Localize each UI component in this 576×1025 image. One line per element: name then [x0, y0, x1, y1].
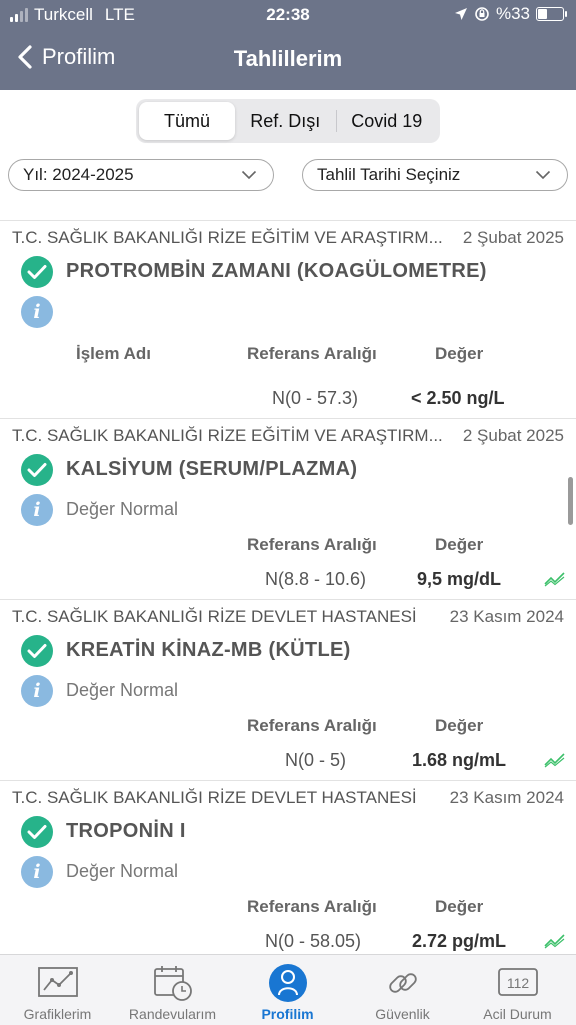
- test-result-card[interactable]: T.C. SAĞLIK BAKANLIĞI RİZE EĞİTİM VE ARA…: [0, 220, 576, 419]
- check-icon: [21, 816, 53, 848]
- emergency-112-icon: 112: [498, 968, 538, 996]
- tab-label: Güvenlik: [375, 1006, 430, 1022]
- page-title: Tahlillerim: [233, 46, 343, 71]
- scroll-indicator[interactable]: [568, 477, 573, 525]
- info-icon[interactable]: i: [21, 675, 53, 707]
- hospital-name: T.C. SAĞLIK BAKANLIĞI RİZE DEVLET HASTAN…: [12, 607, 417, 626]
- test-date-dropdown[interactable]: Tahlil Tarihi Seçiniz: [302, 159, 568, 191]
- column-header-range: Referans Aralığı: [247, 535, 377, 554]
- reference-range: N(8.8 - 10.6): [265, 569, 367, 589]
- reference-range: N(0 - 5): [285, 750, 347, 770]
- tab-emergency[interactable]: 112 Acil Durum: [460, 955, 575, 1025]
- trend-chart-icon[interactable]: [544, 752, 566, 768]
- result-status: Değer Normal: [66, 861, 179, 881]
- tab-profile[interactable]: Profilim: [230, 955, 345, 1025]
- info-icon[interactable]: i: [21, 856, 53, 888]
- test-name: KREATİN KİNAZ-MB (KÜTLE): [66, 639, 351, 661]
- test-name: TROPONİN I: [66, 820, 186, 842]
- trend-chart-icon[interactable]: [544, 933, 566, 949]
- info-icon[interactable]: i: [21, 494, 53, 526]
- check-icon: [21, 454, 53, 486]
- column-header-range: Referans Aralığı: [247, 897, 377, 916]
- emergency-badge-text: 112: [507, 975, 530, 991]
- tab-appointments[interactable]: Randevularım: [115, 955, 230, 1025]
- battery-percent: %33: [495, 4, 530, 23]
- result-status: Değer Normal: [66, 499, 179, 519]
- segment-out-of-range[interactable]: Ref. Dışı: [235, 102, 336, 140]
- column-header-range: Referans Aralığı: [247, 344, 377, 363]
- chevron-down-icon: [241, 170, 257, 180]
- test-date-dropdown-value: Tahlil Tarihi Seçiniz: [317, 165, 461, 184]
- tab-security[interactable]: Güvenlik: [345, 955, 460, 1025]
- chart-icon: [38, 967, 78, 997]
- column-header-value: Değer: [435, 535, 484, 554]
- filter-segmented-control: Tümü Ref. Dışı Covid 19: [136, 99, 440, 143]
- test-name: KALSİYUM (SERUM/PLAZMA): [66, 458, 358, 480]
- reference-range: N(0 - 57.3): [272, 388, 359, 408]
- tab-bar: Grafiklerim Randevularım Profilim Güvenl…: [0, 954, 576, 1025]
- tab-label: Acil Durum: [483, 1006, 552, 1022]
- info-icon[interactable]: i: [21, 296, 53, 328]
- battery-icon: [536, 7, 567, 21]
- test-result-card[interactable]: T.C. SAĞLIK BAKANLIĞI RİZE EĞİTİM VE ARA…: [0, 418, 576, 600]
- orientation-lock-icon: [475, 7, 489, 21]
- test-date: 2 Şubat 2025: [462, 228, 564, 247]
- year-dropdown-value: Yıl: 2024-2025: [23, 165, 134, 184]
- hospital-name: T.C. SAĞLIK BAKANLIĞI RİZE EĞİTİM VE ARA…: [12, 426, 443, 445]
- status-bar-right: %33: [454, 4, 567, 24]
- trend-chart-icon[interactable]: [544, 571, 566, 587]
- check-icon: [21, 635, 53, 667]
- result-value: 2.72 pg/mL: [412, 931, 507, 951]
- check-icon: [21, 256, 53, 288]
- result-value: < 2.50 ng/L: [411, 388, 505, 408]
- chevron-down-icon: [535, 170, 551, 180]
- tab-label: Grafiklerim: [23, 1006, 92, 1022]
- test-result-card[interactable]: T.C. SAĞLIK BAKANLIĞI RİZE DEVLET HASTAN…: [0, 780, 576, 953]
- hospital-name: T.C. SAĞLIK BAKANLIĞI RİZE EĞİTİM VE ARA…: [12, 228, 443, 247]
- test-date: 2 Şubat 2025: [462, 426, 564, 445]
- tab-charts[interactable]: Grafiklerim: [0, 955, 115, 1025]
- navigation-bar: Profilim Tahlillerim: [0, 30, 576, 90]
- result-value: 9,5 mg/dL: [417, 569, 502, 589]
- column-header-range: Referans Aralığı: [247, 716, 377, 735]
- calendar-clock-icon: [154, 966, 192, 1001]
- column-header-value: Değer: [435, 344, 484, 363]
- location-icon: [454, 8, 467, 20]
- reference-range: N(0 - 58.05): [265, 931, 362, 951]
- tab-label: Profilim: [261, 1006, 314, 1022]
- test-result-card[interactable]: T.C. SAĞLIK BAKANLIĞI RİZE DEVLET HASTAN…: [0, 599, 576, 781]
- test-date: 23 Kasım 2024: [449, 607, 564, 626]
- column-header-name: İşlem Adı: [76, 344, 151, 363]
- segment-covid19[interactable]: Covid 19: [337, 102, 438, 140]
- column-header-value: Değer: [435, 716, 484, 735]
- link-icon: [389, 973, 417, 993]
- test-results-list[interactable]: T.C. SAĞLIK BAKANLIĞI RİZE EĞİTİM VE ARA…: [0, 220, 576, 953]
- person-icon: [269, 964, 307, 1002]
- status-bar: Turkcell LTE 22:38 %33: [0, 0, 576, 30]
- test-name: PROTROMBİN ZAMANI (KOAGÜLOMETRE): [66, 260, 487, 282]
- test-date: 23 Kasım 2024: [449, 788, 564, 807]
- result-status: Değer Normal: [66, 680, 179, 700]
- tab-label: Randevularım: [128, 1006, 217, 1022]
- hospital-name: T.C. SAĞLIK BAKANLIĞI RİZE DEVLET HASTAN…: [12, 788, 417, 807]
- column-header-value: Değer: [435, 897, 484, 916]
- result-value: 1.68 ng/mL: [412, 750, 507, 770]
- year-dropdown[interactable]: Yıl: 2024-2025: [8, 159, 274, 191]
- segment-all[interactable]: Tümü: [139, 102, 235, 140]
